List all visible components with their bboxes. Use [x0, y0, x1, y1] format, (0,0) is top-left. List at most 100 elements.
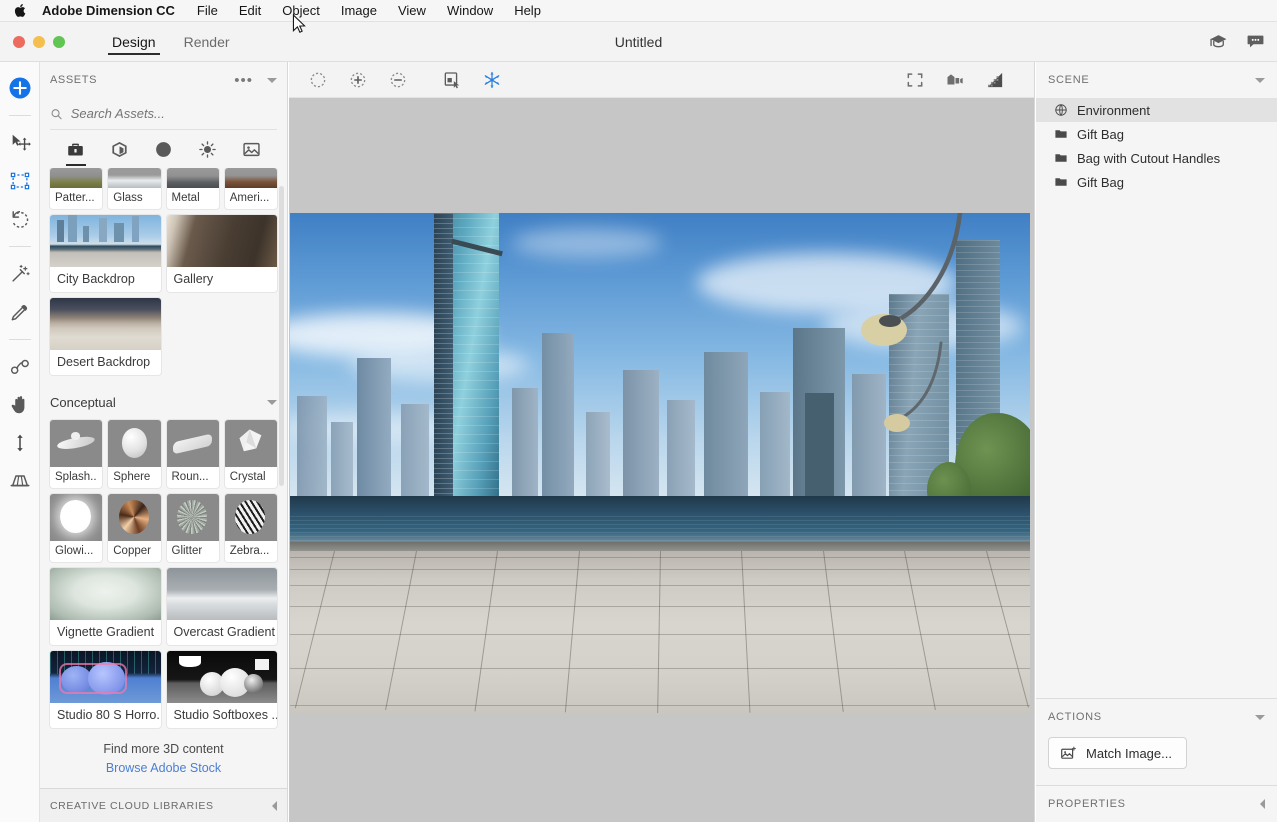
- sampler-icon[interactable]: [2, 349, 38, 385]
- chevron-left-icon[interactable]: [1260, 799, 1265, 809]
- scene-item-gift-bag-2[interactable]: Gift Bag: [1036, 170, 1277, 194]
- properties-panel-title: PROPERTIES: [1048, 798, 1260, 810]
- asset-card[interactable]: Overcast Gradient: [167, 568, 278, 645]
- asset-card-city-backdrop[interactable]: City Backdrop: [50, 215, 161, 292]
- search-icon: [50, 107, 63, 121]
- chevron-down-icon[interactable]: [267, 78, 277, 83]
- select-marquee-icon[interactable]: [303, 65, 333, 95]
- magic-wand-icon[interactable]: [2, 256, 38, 292]
- building: [704, 352, 748, 508]
- select-move-icon[interactable]: [2, 125, 38, 161]
- asset-label: Crystal: [225, 467, 277, 488]
- scene-viewport[interactable]: [290, 213, 1030, 713]
- environments-icon[interactable]: [236, 134, 266, 164]
- asset-label: Studio Softboxes ...: [167, 703, 278, 728]
- actions-panel-title: ACTIONS: [1048, 711, 1255, 723]
- starter-assets-icon[interactable]: [61, 134, 91, 164]
- assets-scroll-area[interactable]: Patter... Glass Metal Ameri...: [40, 168, 287, 788]
- asset-label: Gallery: [167, 267, 278, 292]
- match-image-button[interactable]: Match Image...: [1048, 737, 1187, 769]
- tab-render[interactable]: Render: [170, 22, 244, 62]
- menu-window[interactable]: Window: [447, 3, 493, 18]
- asset-card[interactable]: Roun...: [167, 420, 219, 488]
- snap-icon[interactable]: [477, 65, 507, 95]
- building: [401, 404, 429, 508]
- environment-icon: [1054, 103, 1068, 117]
- actions-panel: ACTIONS Match Image...: [1036, 699, 1277, 785]
- asset-card[interactable]: Copper: [108, 494, 160, 562]
- creative-cloud-libraries-header[interactable]: CREATIVE CLOUD LIBRARIES: [40, 788, 287, 822]
- maximize-button[interactable]: [53, 36, 65, 48]
- horizon-icon[interactable]: [2, 463, 38, 499]
- adobe-dimension-window: Adobe Dimension CC File Edit Object Imag…: [0, 0, 1277, 822]
- subtract-from-selection-icon[interactable]: [383, 65, 413, 95]
- asset-card-gallery[interactable]: Gallery: [167, 215, 278, 292]
- asset-card[interactable]: Metal: [167, 168, 219, 209]
- close-button[interactable]: [13, 36, 25, 48]
- chevron-down-icon[interactable]: [267, 400, 277, 405]
- apple-logo-icon[interactable]: [12, 3, 28, 19]
- asset-card[interactable]: Patter...: [50, 168, 102, 209]
- asset-card[interactable]: Studio 80 S Horro...: [50, 651, 161, 728]
- search-input[interactable]: [71, 106, 277, 121]
- asset-card[interactable]: Glass: [108, 168, 160, 209]
- rail-divider: [9, 246, 31, 247]
- scene-item-gift-bag-1[interactable]: Gift Bag: [1036, 122, 1277, 146]
- chevron-down-icon[interactable]: [1255, 715, 1265, 720]
- assets-panel-title: ASSETS: [50, 74, 234, 86]
- asset-card[interactable]: Splash..: [50, 420, 102, 488]
- more-options-icon[interactable]: •••: [234, 72, 253, 89]
- street-lamp-icon: [819, 333, 949, 523]
- asset-card[interactable]: Studio Softboxes ...: [167, 651, 278, 728]
- asset-card[interactable]: Zebra...: [225, 494, 277, 562]
- feedback-icon[interactable]: [1246, 32, 1265, 51]
- conceptual-row-3: Vignette Gradient Overcast Gradient: [50, 568, 277, 645]
- materials-icon[interactable]: [148, 134, 178, 164]
- fit-to-screen-icon[interactable]: [900, 65, 930, 95]
- properties-panel-header[interactable]: PROPERTIES: [1036, 786, 1277, 822]
- asset-card[interactable]: Crystal: [225, 420, 277, 488]
- minimize-button[interactable]: [33, 36, 45, 48]
- tab-design[interactable]: Design: [98, 22, 170, 62]
- canvas-stage[interactable]: [289, 98, 1034, 822]
- asset-card-desert-backdrop[interactable]: Desert Backdrop: [50, 298, 161, 375]
- menu-view[interactable]: View: [398, 3, 426, 18]
- asset-card[interactable]: Sphere: [108, 420, 160, 488]
- add-content-icon[interactable]: [2, 70, 38, 106]
- asset-card[interactable]: Vignette Gradient: [50, 568, 161, 645]
- browse-adobe-stock-link[interactable]: Browse Adobe Stock: [50, 761, 277, 775]
- actions-panel-header: ACTIONS: [1036, 699, 1277, 735]
- lights-icon[interactable]: [192, 134, 222, 164]
- eyedropper-icon[interactable]: [2, 294, 38, 330]
- hand-icon[interactable]: [2, 387, 38, 423]
- select-similar-icon[interactable]: [437, 65, 467, 95]
- camera-bookmarks-icon[interactable]: [940, 65, 970, 95]
- match-image-label: Match Image...: [1086, 746, 1172, 761]
- scene-item-environment[interactable]: Environment: [1036, 98, 1277, 122]
- menu-edit[interactable]: Edit: [239, 3, 261, 18]
- rotate-icon[interactable]: [2, 201, 38, 237]
- rail-divider: [9, 115, 31, 116]
- canvas-toolbar-right: [900, 65, 1020, 95]
- asset-card[interactable]: Glitter: [167, 494, 219, 562]
- scale-icon[interactable]: [2, 163, 38, 199]
- asset-thumbnail: [50, 494, 102, 541]
- asset-card[interactable]: Ameri...: [225, 168, 277, 209]
- chevron-left-icon[interactable]: [272, 801, 277, 811]
- asset-label: Splash..: [50, 467, 102, 488]
- assets-scrollbar[interactable]: [279, 186, 284, 486]
- menu-file[interactable]: File: [197, 3, 218, 18]
- assets-search[interactable]: [50, 98, 277, 130]
- menu-help[interactable]: Help: [514, 3, 541, 18]
- scene-item-bag-with-cutout-handles[interactable]: Bag with Cutout Handles: [1036, 146, 1277, 170]
- conceptual-section-header[interactable]: Conceptual: [50, 395, 277, 410]
- vertical-move-icon[interactable]: [2, 425, 38, 461]
- menu-image[interactable]: Image: [341, 3, 377, 18]
- render-preview-icon[interactable]: [980, 65, 1010, 95]
- add-to-selection-icon[interactable]: [343, 65, 373, 95]
- learn-icon[interactable]: [1209, 32, 1228, 51]
- asset-card[interactable]: Glowi...: [50, 494, 102, 562]
- models-icon[interactable]: [105, 134, 135, 164]
- chevron-down-icon[interactable]: [1255, 78, 1265, 83]
- tool-rail: [0, 62, 40, 822]
